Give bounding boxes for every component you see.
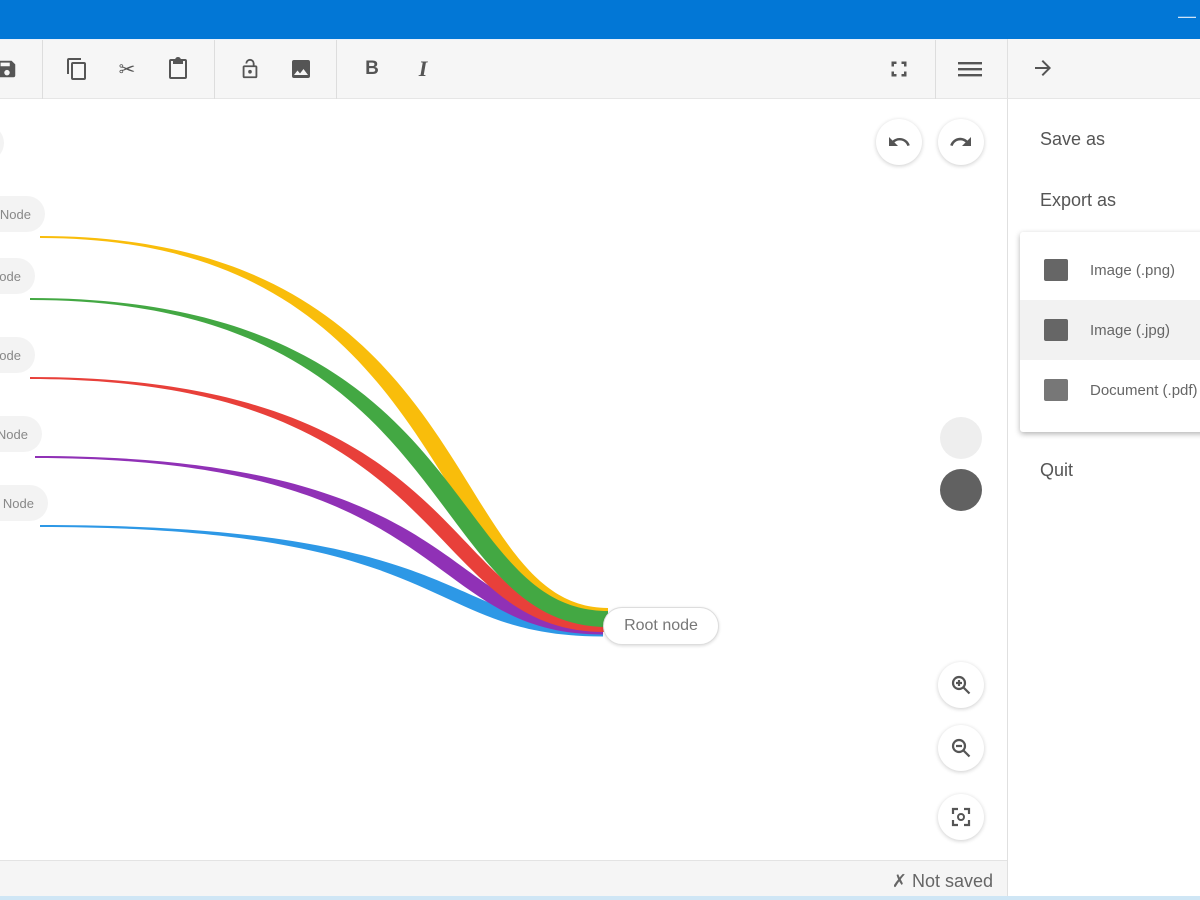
color-swatch-dark[interactable] bbox=[940, 469, 982, 511]
export-submenu: Image (.png) Image (.jpg) Document (.pdf… bbox=[1020, 232, 1200, 432]
node[interactable]: Node bbox=[0, 337, 35, 373]
branch-links bbox=[30, 236, 608, 637]
bold-icon[interactable]: B bbox=[355, 52, 389, 86]
italic-icon[interactable]: I bbox=[406, 52, 440, 86]
save-as-item[interactable]: Save as bbox=[1040, 129, 1105, 150]
node-label: Node bbox=[0, 268, 21, 284]
branch-link bbox=[35, 456, 603, 635]
branch-link bbox=[30, 298, 608, 627]
status-bar: ✗ Not saved bbox=[0, 860, 1007, 900]
lock-icon[interactable] bbox=[233, 52, 267, 86]
title-bar: — bbox=[0, 0, 1200, 39]
save-icon[interactable] bbox=[0, 52, 24, 86]
image-icon[interactable] bbox=[284, 52, 318, 86]
node-label: Node bbox=[2, 495, 34, 511]
panel-header bbox=[1007, 39, 1200, 99]
export-as-item[interactable]: Export as bbox=[1040, 190, 1116, 211]
side-menu: Save as Export as Image (.png) Image (.j… bbox=[1007, 99, 1200, 900]
export-png-item[interactable]: Image (.png) bbox=[1020, 240, 1200, 300]
copy-icon[interactable] bbox=[60, 52, 94, 86]
node-label: Node bbox=[0, 347, 21, 363]
menu-icon[interactable] bbox=[953, 52, 987, 86]
node-label: Node bbox=[0, 206, 31, 222]
node[interactable]: Node bbox=[0, 196, 45, 232]
undo-button[interactable] bbox=[876, 119, 922, 165]
center-focus-button[interactable] bbox=[938, 794, 984, 840]
cut-icon[interactable]: ✂ bbox=[110, 52, 144, 86]
paste-icon[interactable] bbox=[161, 52, 195, 86]
export-jpg-label: Image (.jpg) bbox=[1090, 321, 1171, 339]
fullscreen-icon[interactable] bbox=[882, 52, 916, 86]
branch-link bbox=[40, 236, 608, 622]
node[interactable]: Node bbox=[0, 485, 48, 521]
image-icon bbox=[1044, 259, 1068, 281]
image-icon bbox=[1044, 319, 1068, 341]
redo-button[interactable] bbox=[938, 119, 984, 165]
zoom-out-button[interactable] bbox=[938, 725, 984, 771]
zoom-in-button[interactable] bbox=[938, 662, 984, 708]
node[interactable]: Node bbox=[0, 258, 35, 294]
save-status: ✗ Not saved bbox=[891, 871, 993, 891]
quit-item[interactable]: Quit bbox=[1040, 460, 1073, 481]
export-pdf-item[interactable]: Document (.pdf) bbox=[1020, 360, 1200, 420]
node-label: Node bbox=[0, 426, 28, 442]
node[interactable]: Node bbox=[0, 416, 42, 452]
export-pdf-label: Document (.pdf) bbox=[1090, 381, 1198, 399]
pdf-icon bbox=[1044, 379, 1068, 401]
root-node[interactable]: Root node bbox=[603, 607, 719, 645]
arrow-right-icon[interactable] bbox=[1026, 51, 1060, 85]
export-jpg-item[interactable]: Image (.jpg) bbox=[1020, 300, 1200, 360]
mindmap-canvas[interactable]: Node Node Node Node Node Root node bbox=[0, 99, 1007, 860]
toolbar: ✂ B I bbox=[0, 39, 1007, 99]
color-swatch-light[interactable] bbox=[940, 417, 982, 459]
export-png-label: Image (.png) bbox=[1090, 261, 1176, 279]
minimize-icon[interactable]: — bbox=[1178, 6, 1196, 27]
